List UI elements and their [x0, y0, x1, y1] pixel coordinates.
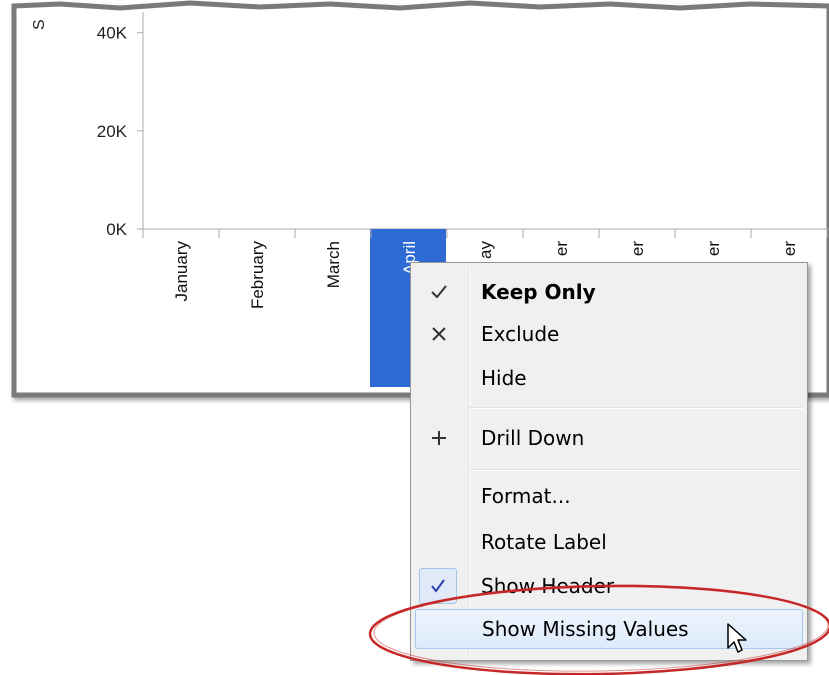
menu-item-exclude[interactable]: Exclude [415, 313, 803, 355]
menu-item-label: Show Missing Values [482, 617, 689, 641]
y-tick-label: 0K [106, 220, 127, 239]
x-tick-label: January [172, 241, 191, 302]
menu-item-label: Hide [481, 366, 527, 390]
y-tick-label: 20K [97, 122, 128, 141]
menu-item-label: Keep Only [481, 280, 596, 304]
menu-item-label: Format... [481, 484, 571, 508]
menu-item-hide[interactable]: Hide [415, 357, 803, 399]
mouse-pointer-icon [727, 623, 747, 653]
menu-separator [469, 469, 803, 471]
menu-item-label: Show Header [481, 574, 615, 598]
x-tick-label: er [552, 241, 571, 256]
menu-item-keep-only[interactable]: Keep Only [415, 271, 803, 313]
menu-item-rotate-label[interactable]: Rotate Label [415, 521, 803, 563]
y-tick-label: 40K [97, 24, 128, 43]
plus-icon [415, 417, 463, 459]
x-tick-label: er [628, 241, 647, 256]
menu-separator [469, 407, 803, 409]
checkmark-checked-icon [419, 568, 457, 604]
check-icon [415, 271, 463, 313]
menu-item-drill-down[interactable]: Drill Down [415, 417, 803, 459]
menu-item-label: Exclude [481, 322, 560, 346]
x-tick-label: March [324, 241, 343, 288]
menu-item-label: Rotate Label [481, 530, 607, 554]
x-tick-label: ay [476, 241, 495, 259]
menu-item-format[interactable]: Format... [415, 475, 803, 517]
x-tick-label: February [248, 241, 267, 310]
context-menu: Keep Only Exclude Hide Drill Down Format… [410, 262, 808, 661]
menu-item-show-header[interactable]: Show Header [415, 565, 803, 607]
y-axis-title: S [31, 19, 48, 30]
x-tick-label: er [704, 241, 723, 256]
menu-item-label: Drill Down [481, 426, 585, 450]
x-tick-label: er [780, 241, 799, 256]
x-icon [415, 313, 463, 355]
